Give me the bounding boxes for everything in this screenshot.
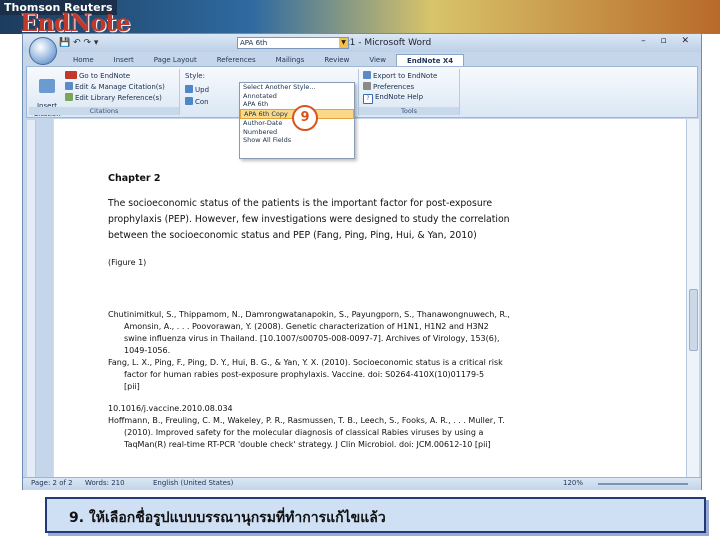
style-option[interactable]: Annotated	[240, 92, 354, 101]
instruction-caption-box: 9. ให้เลือกชื่อรูปแบบบรรณานุกรมที่ทำการแ…	[45, 497, 706, 533]
instruction-caption: 9. ให้เลือกชื่อรูปแบบบรรณานุกรมที่ทำการแ…	[69, 510, 386, 526]
paragraph-line: between the socioeconomic status and PEP…	[108, 230, 477, 241]
go-to-endnote-button[interactable]: Go to EndNote	[65, 71, 130, 80]
go-to-endnote-label: Go to EndNote	[79, 72, 131, 80]
figure-reference: (Figure 1)	[108, 258, 147, 267]
quick-access-toolbar[interactable]: 💾 ↶ ↷ ▾	[59, 38, 98, 48]
convert-label: Con	[195, 98, 209, 106]
step-number-badge: 9	[292, 105, 318, 131]
chevron-down-icon[interactable]: ▼	[339, 38, 348, 48]
update-icon	[185, 85, 193, 93]
reference-line: (2010). Improved safety for the molecula…	[124, 428, 484, 437]
office-button[interactable]	[29, 37, 57, 65]
convert-icon	[185, 97, 193, 105]
paragraph-line: prophylaxis (PEP). However, few investig…	[108, 214, 510, 225]
update-citations-button[interactable]: Upd	[185, 85, 209, 94]
help-label: EndNote Help	[375, 93, 424, 101]
page-count[interactable]: Page: 2 of 2	[31, 479, 73, 487]
title-bar: 💾 ↶ ↷ ▾ Document1 - Microsoft Word – ▫ ✕	[23, 34, 701, 52]
tab-review[interactable]: Review	[314, 54, 359, 66]
export-label: Export to EndNote	[373, 72, 438, 80]
convert-citations-button[interactable]: Con	[185, 97, 209, 106]
reference-line: Amonsin, A., . . . Poovorawan, Y. (2008)…	[124, 322, 489, 331]
tab-insert[interactable]: Insert	[104, 54, 144, 66]
tab-page-layout[interactable]: Page Layout	[144, 54, 207, 66]
tools-group-label: Tools	[359, 107, 459, 115]
ribbon-tabs: Home Insert Page Layout References Maili…	[63, 54, 465, 67]
reference-line: factor for human rabies post-exposure pr…	[124, 370, 485, 379]
help-icon: ?	[363, 94, 373, 104]
vertical-scrollbar[interactable]	[686, 119, 699, 479]
word-count[interactable]: Words: 210	[85, 479, 125, 487]
reference-line: swine influenza virus in Thailand. [10.1…	[124, 334, 500, 343]
tab-references[interactable]: References	[207, 54, 266, 66]
reference-line: [pii]	[124, 382, 140, 391]
export-icon	[363, 71, 371, 79]
reference-line: Chutinimitkul, S., Thippamom, N., Damron…	[108, 310, 510, 319]
document-page[interactable]: Chapter 2 The socioeconomic status of th…	[53, 119, 686, 479]
vertical-ruler	[27, 120, 36, 478]
tab-mailings[interactable]: Mailings	[266, 54, 315, 66]
style-option[interactable]: Show All Fields	[240, 136, 354, 145]
reference-line: 10.1016/j.vaccine.2010.08.034	[108, 404, 233, 413]
style-dropdown[interactable]: APA 6th ▼	[237, 37, 349, 49]
tab-view[interactable]: View	[359, 54, 396, 66]
scrollbar-thumb[interactable]	[689, 289, 698, 351]
ribbon: Insert Citation Go to EndNote Edit & Man…	[26, 66, 698, 118]
citations-group: Insert Citation Go to EndNote Edit & Man…	[29, 69, 180, 118]
status-bar: Page: 2 of 2 Words: 210 English (United …	[23, 477, 701, 490]
reference-line: 1049-1056.	[124, 346, 171, 355]
preferences-label: Preferences	[373, 83, 415, 91]
chapter-heading: Chapter 2	[108, 173, 161, 184]
window-controls[interactable]: – ▫ ✕	[641, 36, 695, 46]
style-label: Style:	[185, 72, 205, 80]
export-to-endnote-button[interactable]: Export to EndNote	[363, 71, 437, 80]
preferences-button[interactable]: Preferences	[363, 82, 414, 91]
word-window: 💾 ↶ ↷ ▾ Document1 - Microsoft Word – ▫ ✕…	[22, 33, 702, 490]
reference-line: Hoffmann, B., Freuling, C. M., Wakeley, …	[108, 416, 505, 425]
endnote-help-button[interactable]: ? EndNote Help	[363, 93, 423, 104]
paragraph-line: The socioeconomic status of the patients…	[108, 198, 493, 209]
tab-home[interactable]: Home	[63, 54, 104, 66]
update-label: Upd	[195, 86, 210, 94]
edit-manage-label: Edit & Manage Citation(s)	[75, 83, 165, 91]
insert-citation-icon	[39, 79, 55, 93]
endnote-banner: Thomson Reuters EndNote	[0, 0, 720, 34]
edit-library-label: Edit Library Reference(s)	[75, 94, 162, 102]
edit-library-reference-button[interactable]: Edit Library Reference(s)	[65, 93, 162, 102]
style-option[interactable]: Select Another Style...	[240, 83, 354, 92]
edit-manage-citations-button[interactable]: Edit & Manage Citation(s)	[65, 82, 165, 91]
language-status[interactable]: English (United States)	[153, 479, 233, 487]
reference-line: Fang, L. X., Ping, F., Ping, D. Y., Hui,…	[108, 358, 503, 367]
zoom-level[interactable]: 120%	[563, 479, 583, 487]
zoom-slider[interactable]	[598, 483, 688, 485]
endnote-icon	[65, 71, 77, 79]
preferences-icon	[363, 82, 371, 90]
edit-citations-icon	[65, 82, 73, 90]
edit-library-icon	[65, 93, 73, 101]
citations-group-label: Citations	[29, 107, 179, 115]
style-selected-value: APA 6th	[240, 39, 268, 47]
endnote-logo: EndNote	[20, 8, 131, 34]
reference-line: TaqMan(R) real-time RT-PCR 'double check…	[124, 440, 491, 449]
tools-group: Export to EndNote Preferences ? EndNote H…	[359, 69, 460, 115]
